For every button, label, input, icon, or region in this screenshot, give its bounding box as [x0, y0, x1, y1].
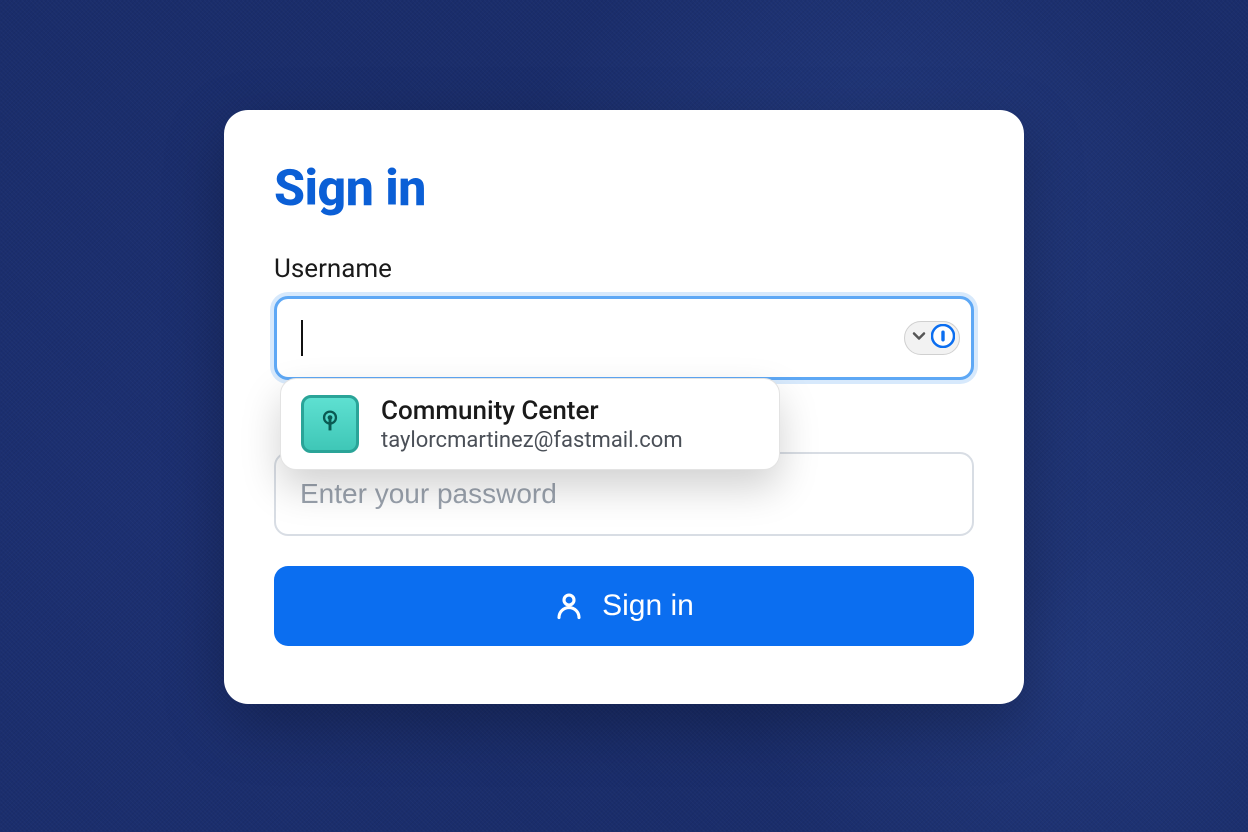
username-input[interactable]	[274, 296, 974, 380]
autofill-site-name: Community Center	[381, 396, 683, 426]
username-input-wrapper: Community Center taylorcmartinez@fastmai…	[274, 296, 974, 380]
autofill-text: Community Center taylorcmartinez@fastmai…	[381, 396, 683, 453]
signin-card: Sign in Username Community Center	[224, 110, 1024, 704]
onepassword-icon	[931, 324, 955, 352]
text-caret	[301, 320, 303, 356]
page-title: Sign in	[274, 160, 974, 218]
password-manager-badge[interactable]	[904, 321, 960, 355]
autofill-suggestion[interactable]: Community Center taylorcmartinez@fastmai…	[280, 378, 780, 470]
autofill-username: taylorcmartinez@fastmail.com	[381, 428, 683, 453]
signin-button[interactable]: Sign in	[274, 566, 974, 646]
chevron-down-icon	[909, 326, 929, 350]
username-label: Username	[274, 254, 974, 284]
vault-icon	[301, 395, 359, 453]
signin-button-label: Sign in	[602, 589, 694, 623]
user-icon	[554, 590, 584, 623]
